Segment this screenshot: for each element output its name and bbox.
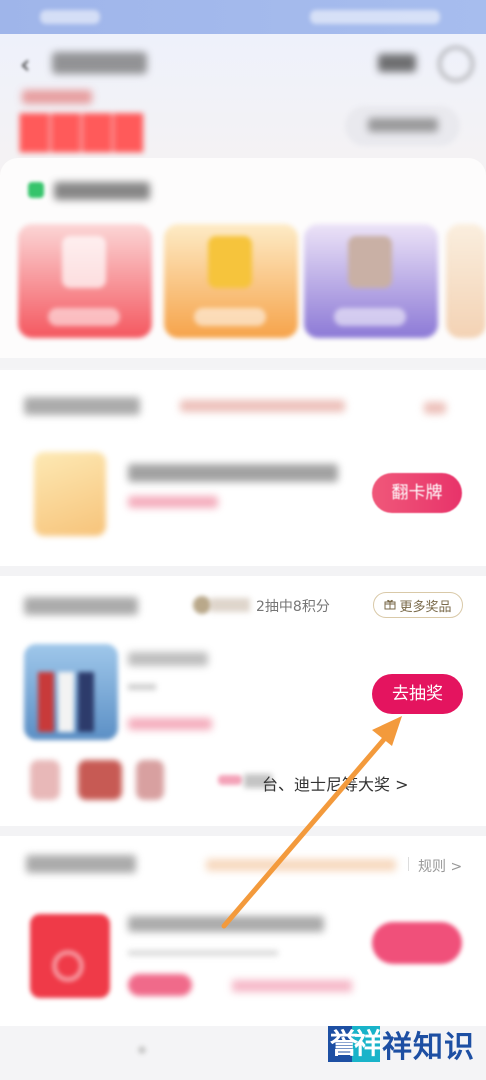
flip-card-image bbox=[34, 452, 106, 536]
redpacket-hint bbox=[206, 859, 396, 871]
header-more-icon[interactable] bbox=[438, 46, 474, 82]
watermark-text: 祥知识 bbox=[382, 1030, 475, 1065]
status-left-blur bbox=[40, 10, 100, 24]
grand-prize-link[interactable]: 台、迪士尼等大奖 > bbox=[262, 771, 409, 795]
draw-lottery-button[interactable]: 去抽奖 bbox=[372, 674, 463, 714]
lottery-prize-title bbox=[128, 652, 208, 666]
header-action[interactable] bbox=[378, 54, 416, 72]
redpacket-cost bbox=[232, 980, 352, 992]
prize-thumbnail bbox=[78, 760, 122, 800]
exchange-tile[interactable] bbox=[446, 224, 486, 338]
flip-section-hint bbox=[180, 400, 345, 412]
redpacket-image bbox=[30, 914, 110, 998]
back-arrow-icon[interactable]: ‹ bbox=[20, 50, 30, 80]
page-indicator bbox=[138, 1046, 146, 1054]
points-value: ▇▇▇▇ bbox=[20, 108, 145, 152]
rules-link[interactable]: 规则 > bbox=[418, 856, 462, 876]
redpacket-section-title bbox=[26, 855, 136, 873]
lottery-prize-cost bbox=[128, 718, 212, 730]
lottery-prize-subtitle bbox=[128, 684, 156, 690]
gift-icon bbox=[384, 598, 396, 613]
flip-section-more[interactable] bbox=[424, 402, 446, 414]
more-prizes-button[interactable]: 更多奖品 bbox=[373, 592, 463, 618]
divider bbox=[0, 566, 486, 576]
status-bar bbox=[0, 0, 486, 34]
prize-thumbnail bbox=[136, 760, 164, 800]
more-prizes-label: 更多奖品 bbox=[399, 598, 452, 614]
exchange-tile[interactable] bbox=[164, 224, 298, 338]
status-right-blur bbox=[310, 10, 440, 24]
flip-section-title bbox=[24, 397, 140, 415]
lottery-desc-blur bbox=[210, 598, 250, 612]
flip-card-title bbox=[128, 464, 338, 482]
exchange-section-title bbox=[54, 182, 150, 200]
exchange-tile[interactable] bbox=[18, 224, 152, 338]
coin-icon bbox=[193, 596, 211, 614]
page-title bbox=[52, 52, 147, 74]
points-action-label bbox=[368, 118, 438, 132]
points-label bbox=[22, 90, 92, 104]
divider bbox=[0, 826, 486, 836]
flip-card-button[interactable]: 翻卡牌 bbox=[372, 473, 462, 513]
lottery-section-title bbox=[24, 597, 138, 615]
redpacket-title bbox=[128, 916, 324, 932]
prize-tag bbox=[218, 775, 242, 785]
exchange-section-icon bbox=[28, 182, 44, 198]
watermark-logo: 誉 祥 bbox=[328, 1026, 383, 1062]
redpacket-tag bbox=[128, 974, 192, 996]
prize-thumbnail bbox=[30, 760, 60, 800]
exchange-tile[interactable] bbox=[304, 224, 438, 338]
lottery-description: 2抽中8积分 bbox=[256, 599, 330, 615]
divider bbox=[0, 358, 486, 368]
watermark: 誉 祥 祥知识 bbox=[328, 1022, 475, 1066]
lottery-prize-image bbox=[24, 644, 118, 740]
redpacket-button[interactable] bbox=[372, 922, 462, 964]
separator bbox=[408, 857, 409, 871]
flip-card-subtitle bbox=[128, 496, 218, 508]
redpacket-subtitle bbox=[128, 950, 278, 956]
